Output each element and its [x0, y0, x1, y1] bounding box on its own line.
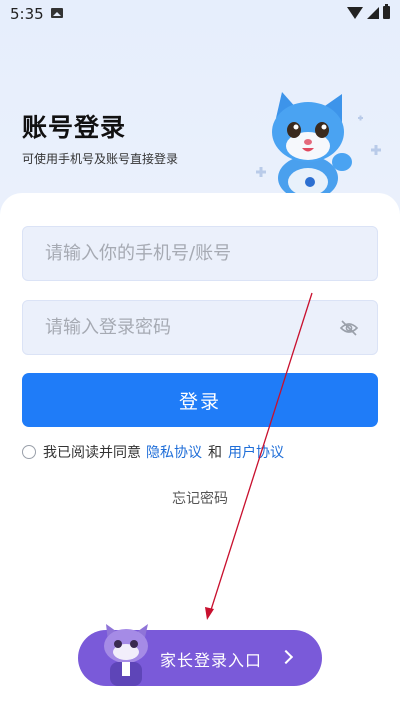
page-title: 账号登录: [22, 113, 127, 142]
chevron-right-icon: [278, 649, 294, 665]
status-time: 5:35: [10, 5, 44, 23]
page-subtitle: 可使用手机号及账号直接登录: [22, 152, 179, 166]
mascot-cat-illustration: [256, 92, 381, 198]
purple-cat-icon: [104, 624, 148, 686]
parent-login-label: 家长登录入口: [160, 651, 263, 670]
password-input[interactable]: [23, 301, 325, 354]
forgot-password-link[interactable]: 忘记密码: [0, 488, 400, 508]
account-input[interactable]: [23, 227, 325, 280]
user-agreement-link[interactable]: 用户协议: [228, 442, 284, 462]
account-field: [22, 226, 378, 281]
agree-radio[interactable]: [22, 445, 36, 459]
login-button[interactable]: 登录: [22, 373, 378, 427]
agree-and: 和: [208, 445, 222, 461]
agree-prefix: 我已阅读并同意: [43, 445, 141, 461]
signal-icon: [367, 6, 379, 19]
wifi-icon: [347, 6, 363, 19]
privacy-link[interactable]: 隐私协议: [146, 442, 202, 462]
battery-icon: [383, 4, 390, 19]
status-bar: 5:35: [0, 0, 400, 28]
password-field: [22, 300, 378, 355]
agreement-row: 我已阅读并同意 隐私协议 和 用户协议: [22, 442, 284, 462]
eye-hidden-icon[interactable]: [339, 319, 359, 337]
status-icons: [347, 4, 390, 19]
image-notification-icon: [51, 8, 63, 18]
